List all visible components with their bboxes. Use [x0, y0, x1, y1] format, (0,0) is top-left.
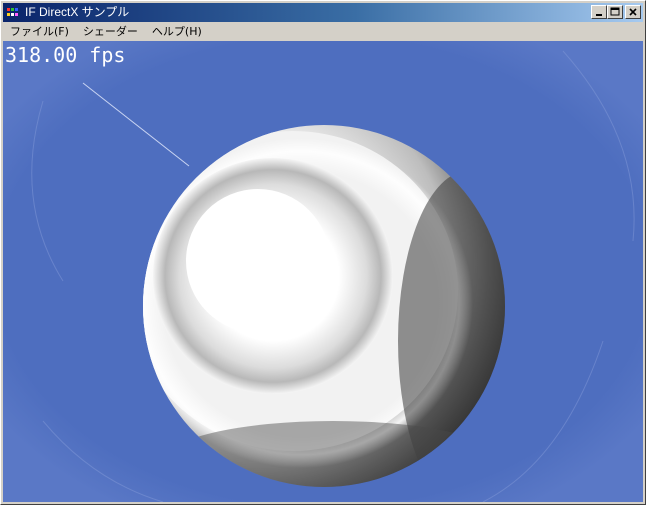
application-window: IF DirectX サンプル ファイル(F) シェーダー ヘルプ(H) 318…	[0, 0, 646, 505]
maximize-button[interactable]	[607, 5, 623, 19]
menu-help[interactable]: ヘルプ(H)	[145, 22, 209, 41]
directx-render-viewport[interactable]: 318.00 fps	[3, 41, 643, 502]
menu-bar: ファイル(F) シェーダー ヘルプ(H)	[3, 22, 643, 41]
rendered-scene	[3, 41, 643, 502]
close-icon	[629, 8, 637, 16]
close-button[interactable]	[625, 5, 641, 19]
menu-file[interactable]: ファイル(F)	[3, 22, 76, 41]
directx-app-icon	[6, 6, 22, 20]
minimize-icon	[596, 14, 602, 16]
fps-counter: 318.00 fps	[5, 43, 126, 67]
menu-shader[interactable]: シェーダー	[76, 22, 145, 41]
maximize-icon	[610, 7, 620, 16]
window-title: IF DirectX サンプル	[25, 5, 130, 19]
title-bar[interactable]: IF DirectX サンプル	[3, 3, 643, 22]
minimize-button[interactable]	[591, 5, 607, 19]
window-controls	[591, 5, 641, 19]
